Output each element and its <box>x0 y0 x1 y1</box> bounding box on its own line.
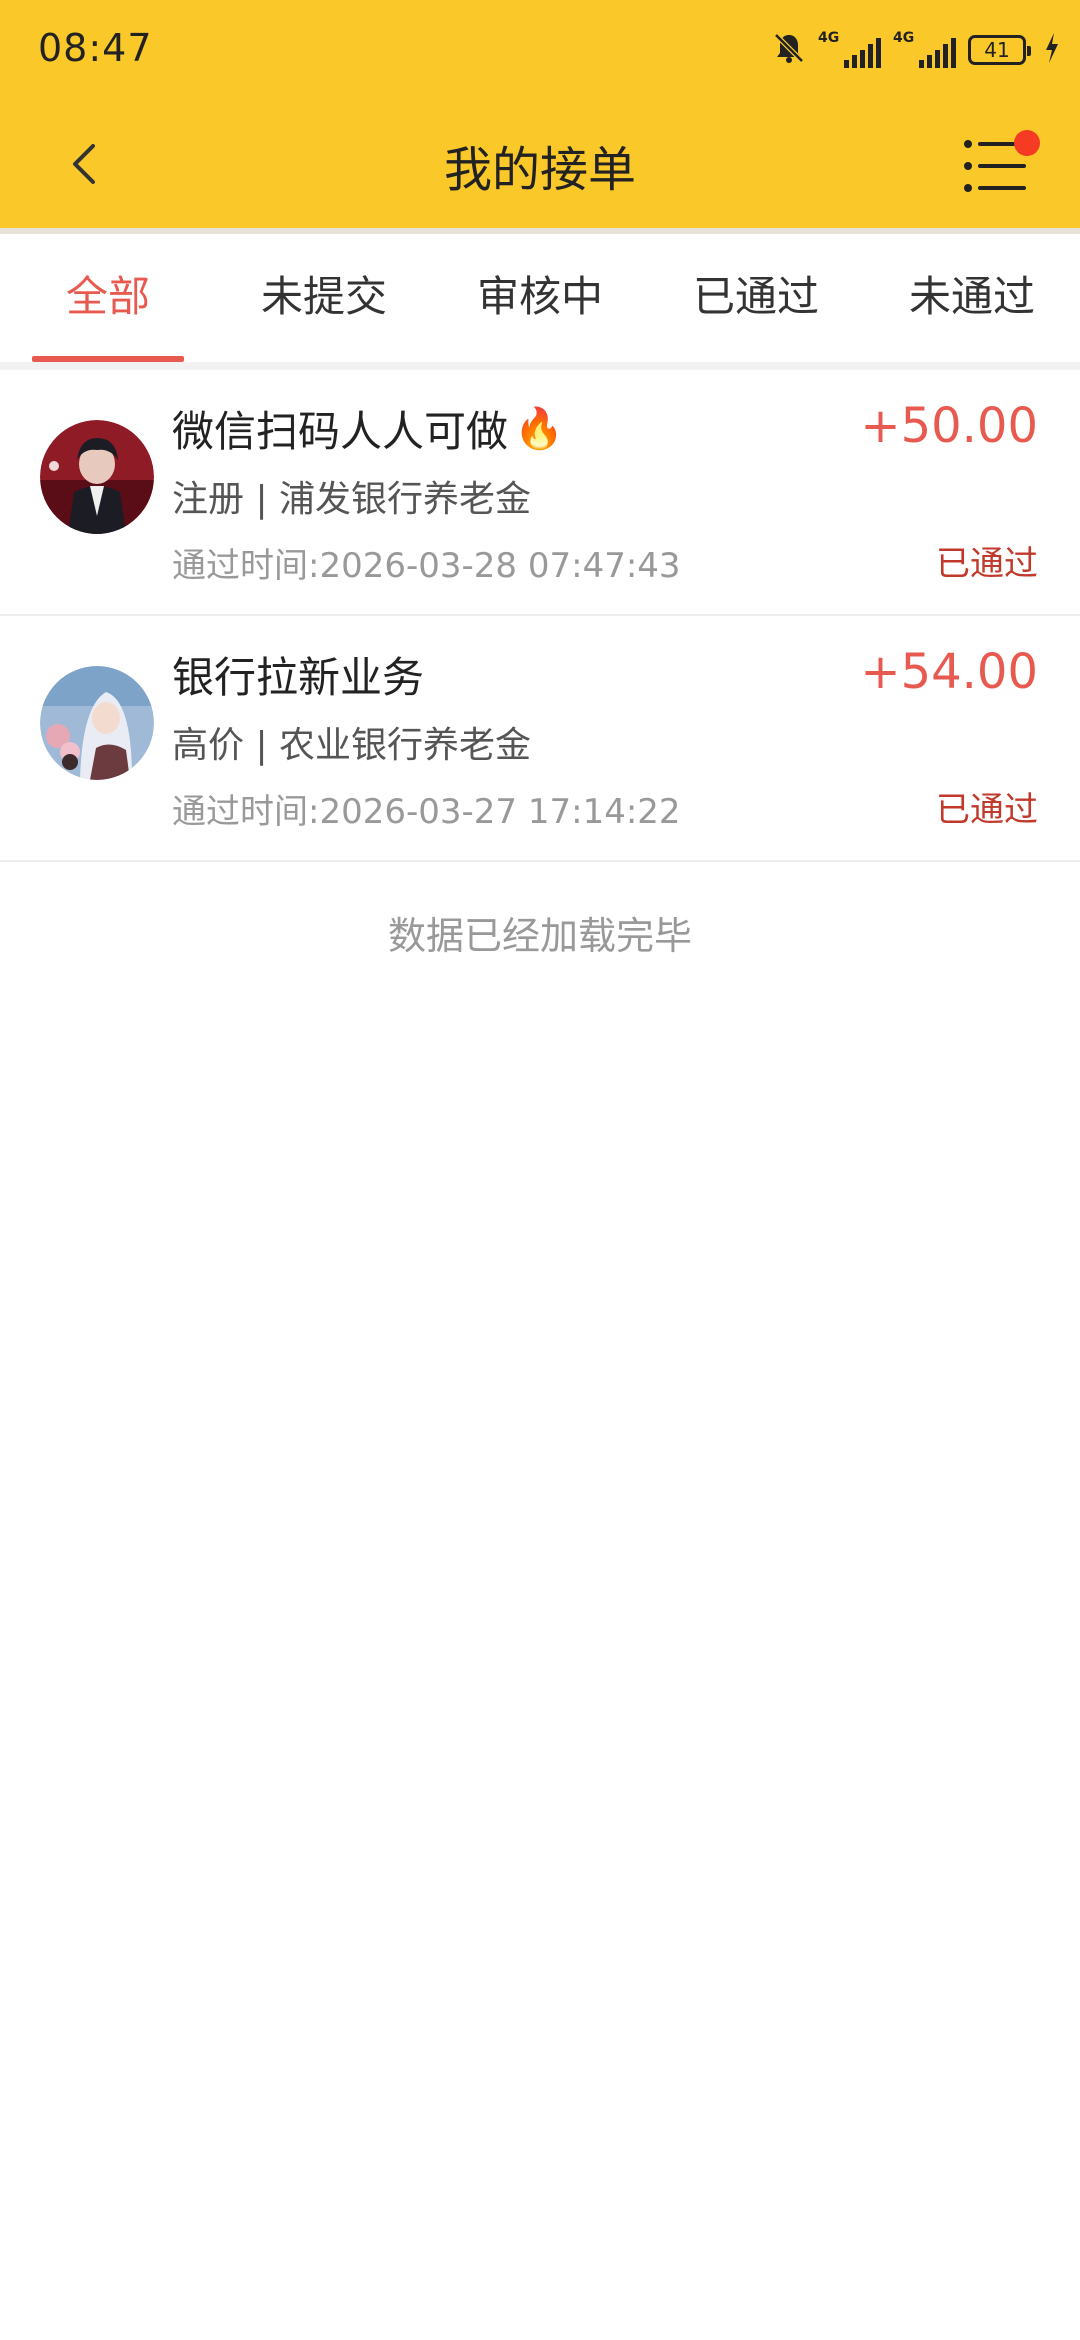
tab-not-submitted[interactable]: 未提交 <box>216 234 432 362</box>
tab-label: 未提交 <box>260 272 387 321</box>
item-amount: +54.00 <box>860 644 1038 700</box>
tab-under-review[interactable]: 审核中 <box>432 234 648 362</box>
page-title: 我的接单 <box>443 142 636 198</box>
network-label: 4G <box>893 30 915 46</box>
status-badge: 已通过 <box>936 790 1038 830</box>
status-bar: 08:47 4G 4G 41 <box>0 0 1080 100</box>
item-time: 通过时间:2026-03-27 17:14:22 <box>172 792 681 832</box>
fire-icon: 🔥 <box>514 406 564 452</box>
app-header: 08:47 4G 4G 41 我的接单 <box>0 0 1080 228</box>
nav-bar: 我的接单 <box>0 100 1080 228</box>
avatar <box>40 420 154 534</box>
status-icons: 4G 4G 41 <box>772 28 1060 72</box>
order-list: 微信扫码人人可做 🔥 注册 | 浦发银行养老金 通过时间:2026-03-28 … <box>0 370 1080 862</box>
tab-label: 未通过 <box>908 272 1035 321</box>
network-label: 4G <box>818 30 840 46</box>
status-badge: 已通过 <box>936 544 1038 584</box>
charging-icon <box>1044 33 1060 67</box>
tab-label: 全部 <box>65 272 150 321</box>
avatar <box>40 666 154 780</box>
tab-approved[interactable]: 已通过 <box>648 234 864 362</box>
load-complete-text: 数据已经加载完毕 <box>387 914 692 958</box>
item-title-row: 微信扫码人人可做 🔥 <box>172 398 564 459</box>
item-time: 通过时间:2026-03-28 07:47:43 <box>172 546 681 586</box>
menu-button[interactable] <box>960 130 1040 200</box>
item-title-row: 银行拉新业务 <box>172 644 424 705</box>
bell-off-icon <box>772 31 806 69</box>
tabs-divider <box>0 362 1080 370</box>
signal-icon: 4G <box>818 30 881 68</box>
list-item[interactable]: 银行拉新业务 高价 | 农业银行养老金 通过时间:2026-03-27 17:1… <box>0 616 1080 862</box>
tab-label: 已通过 <box>692 272 819 321</box>
item-title: 微信扫码人人可做 <box>172 407 509 456</box>
status-time: 08:47 <box>38 26 153 70</box>
tab-rejected[interactable]: 未通过 <box>864 234 1080 362</box>
item-title: 银行拉新业务 <box>172 653 425 702</box>
battery-level: 41 <box>984 38 1010 62</box>
item-subtitle: 高价 | 农业银行养老金 <box>172 725 532 766</box>
item-amount: +50.00 <box>860 398 1038 454</box>
tab-all[interactable]: 全部 <box>0 234 216 362</box>
list-item[interactable]: 微信扫码人人可做 🔥 注册 | 浦发银行养老金 通过时间:2026-03-28 … <box>0 370 1080 616</box>
tab-label: 审核中 <box>476 272 603 321</box>
battery-icon: 41 <box>968 35 1031 65</box>
tab-bar: 全部 未提交 审核中 已通过 未通过 <box>0 234 1080 362</box>
item-subtitle: 注册 | 浦发银行养老金 <box>172 479 532 520</box>
notification-badge <box>1014 130 1040 156</box>
signal-icon: 4G <box>893 30 956 68</box>
